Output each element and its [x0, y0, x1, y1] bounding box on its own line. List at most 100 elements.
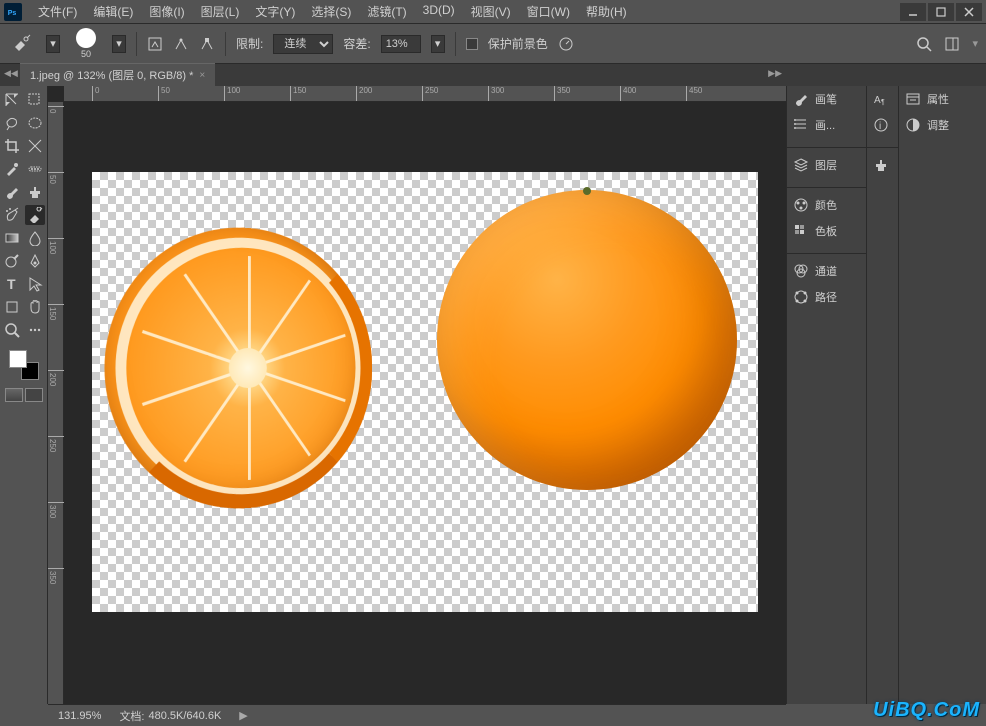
tab-close-icon[interactable]: × [199, 70, 205, 81]
panel-layers[interactable]: 图层 [787, 152, 866, 178]
tolerance-label: 容差: [343, 35, 370, 52]
color-swatch[interactable] [9, 350, 39, 380]
tool-preset-dropdown[interactable]: ▾ [46, 35, 60, 53]
divider [455, 32, 456, 56]
panel-label: 属性 [927, 91, 949, 107]
foreground-color[interactable] [9, 350, 27, 368]
menu-滤镜[interactable]: 滤镜(T) [359, 0, 414, 23]
quick-mask-button[interactable] [5, 388, 23, 402]
tolerance-dropdown[interactable]: ▾ [431, 35, 445, 53]
menu-文字[interactable]: 文字(Y) [247, 0, 303, 23]
gradient-tool[interactable] [2, 228, 22, 248]
brush-icon [793, 91, 809, 107]
shape-tool[interactable] [2, 297, 22, 317]
limit-label: 限制: [236, 35, 263, 52]
layers-icon [793, 157, 809, 173]
menu-图像[interactable]: 图像(I) [141, 0, 192, 23]
brush-panel-toggle-icon[interactable] [147, 36, 163, 52]
close-button[interactable] [956, 3, 982, 21]
menu-3D[interactable]: 3D(D) [415, 0, 463, 23]
svg-text:T: T [7, 276, 16, 292]
dodge-tool[interactable] [2, 251, 22, 271]
stamp-tool[interactable] [25, 182, 45, 202]
canvas-viewport[interactable] [64, 102, 786, 704]
orange-whole-image [437, 190, 737, 490]
collapse-right-icon[interactable]: ▶▶ [768, 68, 782, 79]
eyedropper-tool[interactable] [2, 159, 22, 179]
svg-text:A: A [874, 95, 881, 106]
svg-text:Ps: Ps [8, 9, 17, 16]
panel-color[interactable]: 颜色 [787, 192, 866, 218]
info-icon: i [873, 117, 889, 133]
vertical-ruler[interactable]: 050100150200250300350 [48, 102, 64, 704]
collapse-left-icon[interactable]: ◀◀ [4, 68, 18, 79]
menu-图层[interactable]: 图层(L) [193, 0, 248, 23]
marquee-tool[interactable] [25, 90, 45, 110]
type-tool[interactable]: T [2, 274, 22, 294]
brush-preview[interactable]: 50 [70, 28, 102, 60]
crop-tool[interactable] [2, 136, 22, 156]
menu-文件[interactable]: 文件(F) [30, 0, 85, 23]
move-tool[interactable] [2, 90, 22, 110]
blur-tool[interactable] [25, 228, 45, 248]
history-brush-tool[interactable] [2, 205, 22, 225]
screen-mode-button[interactable] [25, 388, 43, 402]
panel-stamp[interactable] [867, 152, 898, 178]
sampling-contiguous-icon[interactable] [173, 36, 189, 52]
svg-text:i: i [879, 121, 881, 132]
menu-视图[interactable]: 视图(V) [463, 0, 519, 23]
panel-label: 通道 [815, 263, 837, 279]
panel-channels[interactable]: 通道 [787, 258, 866, 284]
status-menu-icon[interactable]: ▶ [239, 709, 247, 722]
menu-帮助[interactable]: 帮助(H) [578, 0, 635, 23]
stamp-icon [873, 157, 889, 173]
limit-select[interactable]: 连续 [273, 34, 333, 54]
bg-eraser-tool[interactable] [25, 205, 45, 225]
healing-tool[interactable] [25, 159, 45, 179]
workspace-switcher-icon[interactable] [944, 36, 960, 52]
document-tab[interactable]: 1.jpeg @ 132% (图层 0, RGB/8) * × [20, 63, 215, 86]
panel-swatches[interactable]: 色板 [787, 218, 866, 244]
brush-tool[interactable] [2, 182, 22, 202]
edit-toolbar[interactable] [25, 320, 45, 340]
zoom-level[interactable]: 131.95% [58, 710, 101, 722]
workspace-dropdown[interactable]: ▾ [972, 37, 978, 50]
zoom-tool[interactable] [2, 320, 22, 340]
maximize-button[interactable] [928, 3, 954, 21]
panel-brush-preset[interactable]: 画... [787, 112, 866, 138]
panel-char[interactable]: A¶ [867, 86, 898, 112]
paths-icon [793, 289, 809, 305]
panel-properties[interactable]: 属性 [899, 86, 986, 112]
adjustments-icon [905, 117, 921, 133]
panel-paths[interactable]: 路径 [787, 284, 866, 310]
panel-adjustments[interactable]: 调整 [899, 112, 986, 138]
brush-picker-dropdown[interactable]: ▾ [112, 35, 126, 53]
lasso-tool[interactable] [2, 113, 22, 133]
pressure-toggle-icon[interactable] [558, 36, 574, 52]
search-icon[interactable] [916, 36, 932, 52]
properties-icon [905, 91, 921, 107]
horizontal-ruler[interactable]: 050100150200250300350400450 [64, 86, 786, 102]
panel-info[interactable]: i [867, 112, 898, 138]
svg-text:¶: ¶ [881, 99, 885, 106]
minimize-button[interactable] [900, 3, 926, 21]
current-tool-icon[interactable] [8, 30, 36, 58]
transparency-background [92, 172, 758, 612]
toolbox: T [0, 86, 48, 704]
tolerance-input[interactable] [381, 35, 421, 53]
path-select-tool[interactable] [25, 274, 45, 294]
sampling-once-icon[interactable] [199, 36, 215, 52]
hand-tool[interactable] [25, 297, 45, 317]
menu-窗口[interactable]: 窗口(W) [519, 0, 578, 23]
document-tab-title: 1.jpeg @ 132% (图层 0, RGB/8) * [30, 67, 193, 83]
panel-brush[interactable]: 画笔 [787, 86, 866, 112]
magic-wand-tool[interactable] [25, 113, 45, 133]
document-canvas[interactable] [92, 172, 758, 612]
brush-size-label: 50 [81, 49, 91, 59]
menu-选择[interactable]: 选择(S) [303, 0, 359, 23]
pen-tool[interactable] [25, 251, 45, 271]
right-panel-dock: 画笔画... 图层颜色色板通道路径 A¶ i 属性调整 [786, 86, 986, 704]
protect-fg-checkbox[interactable] [466, 38, 478, 50]
slice-tool[interactable] [25, 136, 45, 156]
menu-编辑[interactable]: 编辑(E) [85, 0, 141, 23]
